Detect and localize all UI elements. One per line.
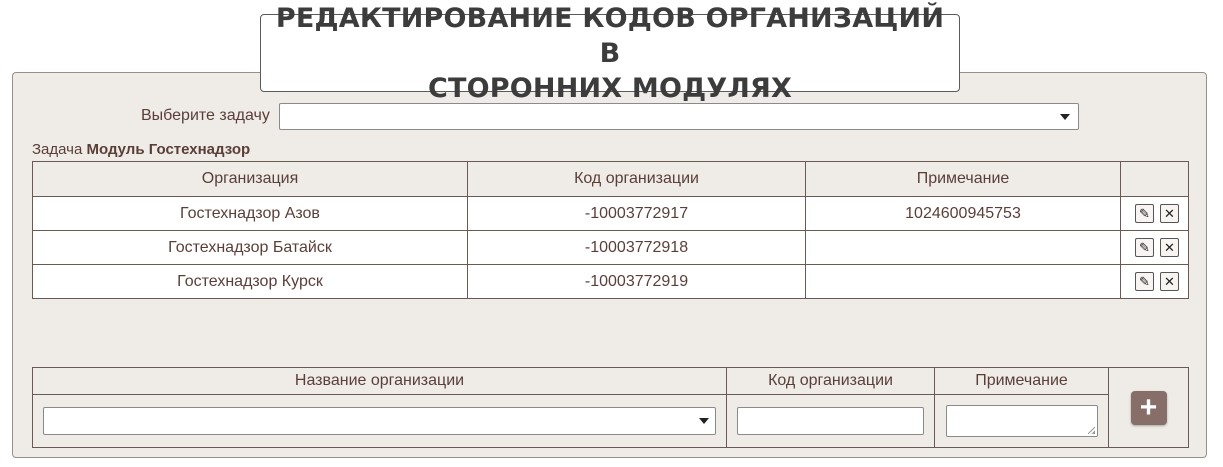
add-header-org-name: Название организации [32,367,727,395]
add-header-note: Примечание [934,367,1109,395]
column-header-actions [1120,161,1189,197]
cell-code: -10003772917 [467,196,806,231]
edit-button[interactable]: ✎ [1135,204,1154,223]
add-form-input-row [32,394,1189,448]
cell-code: -10003772918 [467,230,806,265]
cell-code: -10003772919 [467,264,806,299]
task-select-label: Выберите задачу [141,107,270,124]
table-header-row: Организация Код организации Примечание [32,161,1189,197]
delete-button[interactable]: ✕ [1160,272,1179,291]
chevron-down-icon [1060,113,1070,120]
resize-handle-icon[interactable] [1087,427,1095,434]
column-header-code: Код организации [467,161,806,197]
cell-actions: ✎ ✕ [1120,264,1189,299]
add-button[interactable]: + [1130,390,1167,425]
add-org-form: Название организации Код организации При… [32,367,1189,448]
add-button-cell: + [1108,367,1189,448]
delete-button[interactable]: ✕ [1160,238,1179,257]
column-header-org: Организация [32,161,468,197]
task-select[interactable] [279,103,1079,130]
current-task: Задача Модуль Гостехнадзор [32,141,250,158]
close-icon: ✕ [1164,240,1175,255]
org-codes-table: Организация Код организации Примечание Г… [32,161,1189,299]
task-prefix: Задача [32,141,83,158]
close-icon: ✕ [1164,274,1175,289]
cell-note [805,230,1121,265]
pencil-icon: ✎ [1139,240,1150,255]
cell-actions: ✎ ✕ [1120,230,1189,265]
add-code-cell [726,394,935,448]
cell-note [805,264,1121,299]
edit-button[interactable]: ✎ [1135,238,1154,257]
cell-note: 1024600945753 [805,196,1121,231]
chevron-down-icon [699,418,709,424]
table-row: Гостехнадзор Азов -10003772917 102460094… [32,196,1189,231]
page-title: РЕДАКТИРОВАНИЕ КОДОВ ОРГАНИЗАЦИЙ В СТОРО… [275,2,945,104]
edit-button[interactable]: ✎ [1135,272,1154,291]
note-textarea[interactable] [945,405,1098,437]
org-code-input[interactable] [737,407,924,435]
delete-button[interactable]: ✕ [1160,204,1179,223]
add-header-code: Код организации [726,367,935,395]
close-icon: ✕ [1164,206,1175,221]
task-name: Модуль Гостехнадзор [86,141,251,158]
table-row: Гостехнадзор Батайск -10003772918 ✎ ✕ [32,230,1189,265]
org-name-select[interactable] [43,407,716,435]
pencil-icon: ✎ [1139,274,1150,289]
cell-org: Гостехнадзор Азов [32,196,468,231]
pencil-icon: ✎ [1139,206,1150,221]
table-row: Гостехнадзор Курск -10003772919 ✎ ✕ [32,264,1189,299]
cell-actions: ✎ ✕ [1120,196,1189,231]
add-org-cell [32,394,727,448]
add-note-cell [934,394,1109,448]
cell-org: Гостехнадзор Курск [32,264,468,299]
page-title-box: РЕДАКТИРОВАНИЕ КОДОВ ОРГАНИЗАЦИЙ В СТОРО… [260,3,960,104]
plus-icon: + [1139,390,1158,424]
cell-org: Гостехнадзор Батайск [32,230,468,265]
add-form-header-row: Название организации Код организации При… [32,367,1189,448]
column-header-note: Примечание [805,161,1121,197]
